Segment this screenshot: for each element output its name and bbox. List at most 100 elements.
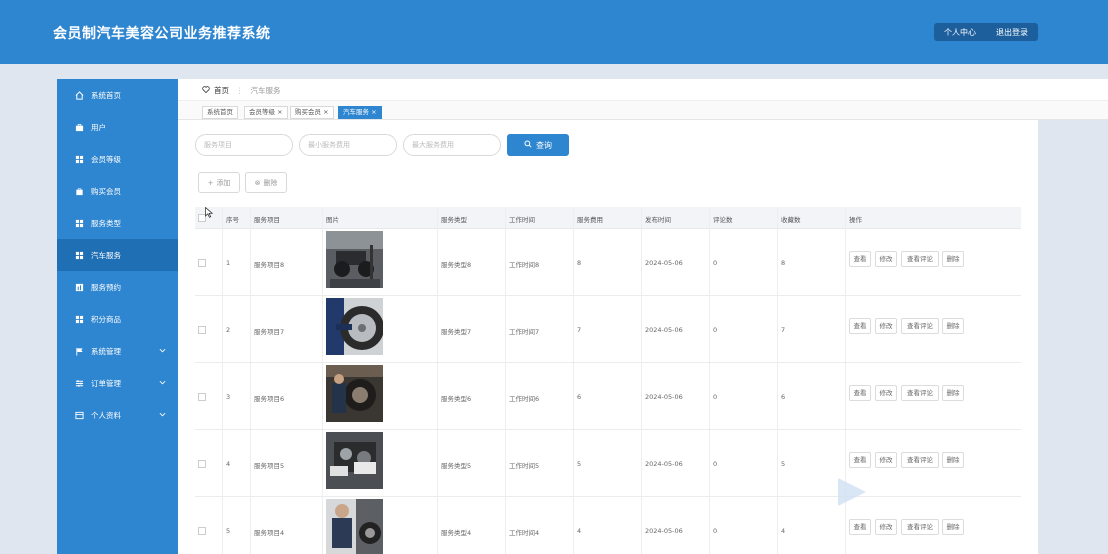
sidebar-item-system-management[interactable]: 系统管理 bbox=[57, 335, 178, 367]
tab-car-service[interactable]: 汽车服务 × bbox=[338, 106, 382, 119]
table-row: 4 服务项目5 服务类型5 工作时间5 5 2024-05-06 0 5 查看 … bbox=[195, 430, 1021, 497]
search-button-label: 查询 bbox=[536, 140, 552, 150]
column-divider bbox=[505, 207, 506, 554]
delete-button-label: 删除 bbox=[263, 178, 278, 187]
row-checkbox[interactable] bbox=[198, 460, 206, 468]
tab-buy-member[interactable]: 购买会员 × bbox=[290, 106, 334, 119]
sidebar-item-users[interactable]: 用户 bbox=[57, 111, 178, 143]
edit-button[interactable]: 修改 bbox=[875, 452, 897, 468]
delete-row-button[interactable]: 删除 bbox=[942, 452, 964, 468]
service-image bbox=[326, 365, 383, 422]
search-button[interactable]: 查询 bbox=[507, 134, 569, 156]
delete-button[interactable]: ⊗ 删除 bbox=[245, 172, 287, 193]
cell-comments: 0 bbox=[713, 460, 718, 468]
edit-button[interactable]: 修改 bbox=[875, 385, 897, 401]
column-divider bbox=[709, 207, 710, 554]
view-button[interactable]: 查看 bbox=[849, 519, 871, 535]
view-button[interactable]: 查看 bbox=[849, 385, 871, 401]
tab-label: 购买会员 bbox=[295, 108, 321, 116]
bag-icon bbox=[75, 187, 84, 196]
tab-member-level[interactable]: 会员等级 × bbox=[244, 106, 288, 119]
mouse-cursor-icon bbox=[205, 207, 213, 218]
row-checkbox[interactable] bbox=[198, 527, 206, 535]
sidebar: 系统首页 用户 会员等级 购买会员 服务类型 汽车服务 服务预约 积分商品 系统… bbox=[57, 79, 178, 554]
chevron-down-icon bbox=[159, 346, 166, 355]
close-icon[interactable]: × bbox=[369, 108, 376, 116]
sidebar-item-service-type[interactable]: 服务类型 bbox=[57, 207, 178, 239]
sidebar-item-label: 会员等级 bbox=[91, 154, 121, 164]
edit-button[interactable]: 修改 bbox=[875, 519, 897, 535]
chevron-down-icon bbox=[159, 378, 166, 387]
cell-fee: 7 bbox=[577, 326, 582, 334]
max-fee-search-input[interactable]: 最大服务费用 bbox=[403, 134, 501, 156]
sidebar-item-label: 汽车服务 bbox=[91, 250, 121, 260]
edit-button[interactable]: 修改 bbox=[875, 251, 897, 267]
column-divider bbox=[573, 207, 574, 554]
card-icon bbox=[75, 411, 84, 420]
cell-type: 服务类型7 bbox=[441, 328, 472, 336]
col-header-fee: 服务费用 bbox=[577, 216, 603, 224]
cell-favorites: 6 bbox=[781, 393, 786, 401]
breadcrumb-current: 汽车服务 bbox=[250, 86, 281, 95]
sidebar-item-label: 用户 bbox=[91, 122, 106, 132]
service-item-search-input[interactable]: 服务项目 bbox=[195, 134, 293, 156]
edit-button[interactable]: 修改 bbox=[875, 318, 897, 334]
sidebar-item-home[interactable]: 系统首页 bbox=[57, 79, 178, 111]
sidebar-item-car-service[interactable]: 汽车服务 bbox=[57, 239, 178, 271]
row-checkbox[interactable] bbox=[198, 259, 206, 267]
sidebar-item-service-booking[interactable]: 服务预约 bbox=[57, 271, 178, 303]
cell-time: 工作时间4 bbox=[509, 529, 540, 537]
column-divider bbox=[250, 207, 251, 554]
col-header-favorites: 收藏数 bbox=[781, 216, 801, 224]
delete-row-button[interactable]: 删除 bbox=[942, 318, 964, 334]
cell-fee: 6 bbox=[577, 393, 582, 401]
view-button[interactable]: 查看 bbox=[849, 452, 871, 468]
col-header-item: 服务项目 bbox=[254, 216, 280, 224]
sidebar-item-order-management[interactable]: 订单管理 bbox=[57, 367, 178, 399]
close-icon[interactable]: × bbox=[275, 108, 282, 116]
col-header-time: 工作时间 bbox=[509, 216, 535, 224]
cell-item: 服务项目5 bbox=[254, 462, 285, 470]
column-divider bbox=[641, 207, 642, 554]
sidebar-item-profile[interactable]: 个人资料 bbox=[57, 399, 178, 431]
tab-label: 系统首页 bbox=[207, 108, 233, 116]
view-comments-button[interactable]: 查看评论 bbox=[901, 251, 939, 267]
view-button[interactable]: 查看 bbox=[849, 251, 871, 267]
breadcrumb-separator: ⋮ bbox=[236, 86, 244, 95]
row-checkbox[interactable] bbox=[198, 393, 206, 401]
flag-icon bbox=[75, 347, 84, 356]
profile-link[interactable]: 个人中心 bbox=[944, 27, 976, 38]
view-comments-button[interactable]: 查看评论 bbox=[901, 318, 939, 334]
watermark-logo-icon bbox=[838, 478, 866, 506]
min-fee-search-input[interactable]: 最小服务费用 bbox=[299, 134, 397, 156]
add-button-label: 添加 bbox=[216, 178, 231, 187]
cell-time: 工作时间8 bbox=[509, 261, 540, 269]
chevron-down-icon bbox=[159, 410, 166, 419]
sidebar-item-member-level[interactable]: 会员等级 bbox=[57, 143, 178, 175]
logout-link[interactable]: 退出登录 bbox=[996, 27, 1028, 38]
top-actions: 个人中心 退出登录 bbox=[934, 23, 1038, 41]
col-header-actions: 操作 bbox=[849, 216, 862, 224]
cell-time: 工作时间7 bbox=[509, 328, 540, 336]
delete-row-button[interactable]: 删除 bbox=[942, 385, 964, 401]
sidebar-item-label: 积分商品 bbox=[91, 314, 121, 324]
sidebar-item-buy-member[interactable]: 购买会员 bbox=[57, 175, 178, 207]
close-icon[interactable]: × bbox=[321, 108, 328, 116]
view-button[interactable]: 查看 bbox=[849, 318, 871, 334]
breadcrumb-home[interactable]: 首页 bbox=[214, 85, 229, 96]
cell-type: 服务类型8 bbox=[441, 261, 472, 269]
delete-row-button[interactable]: 删除 bbox=[942, 519, 964, 535]
view-comments-button[interactable]: 查看评论 bbox=[901, 385, 939, 401]
sidebar-item-points-goods[interactable]: 积分商品 bbox=[57, 303, 178, 335]
view-comments-button[interactable]: 查看评论 bbox=[901, 452, 939, 468]
view-comments-button[interactable]: 查看评论 bbox=[901, 519, 939, 535]
col-header-date: 发布时间 bbox=[645, 216, 671, 224]
main-panel: 首页 ⋮ 汽车服务 系统首页 会员等级 × 购买会员 × 汽车服务 × 服务项目… bbox=[178, 79, 1108, 554]
add-button[interactable]: + 添加 bbox=[198, 172, 240, 193]
cell-type: 服务类型5 bbox=[441, 462, 472, 470]
delete-icon: ⊗ bbox=[254, 178, 261, 187]
row-checkbox[interactable] bbox=[198, 326, 206, 334]
tab-system-home[interactable]: 系统首页 bbox=[202, 106, 238, 119]
column-divider bbox=[222, 207, 223, 554]
delete-row-button[interactable]: 删除 bbox=[942, 251, 964, 267]
